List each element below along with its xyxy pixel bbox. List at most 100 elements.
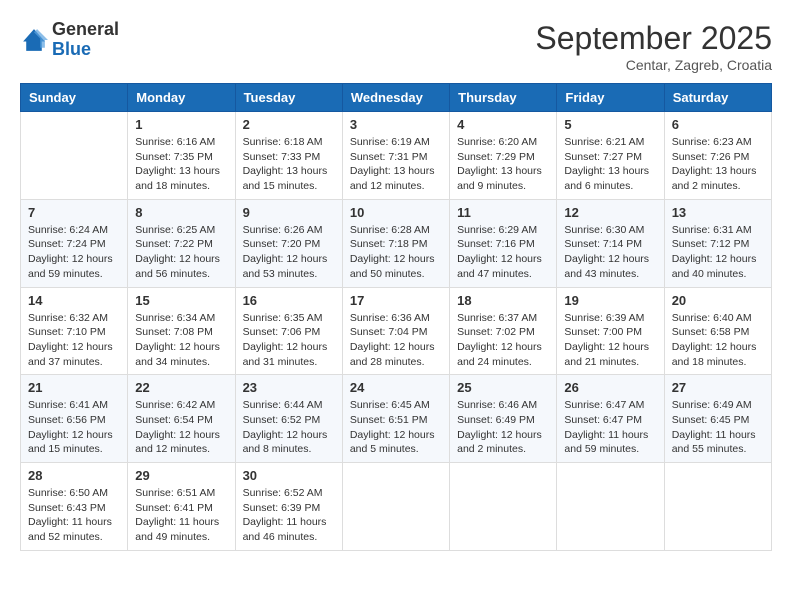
- day-info: Sunrise: 6:35 AMSunset: 7:06 PMDaylight:…: [243, 311, 335, 370]
- calendar-cell: 20Sunrise: 6:40 AMSunset: 6:58 PMDayligh…: [664, 287, 771, 375]
- day-number: 29: [135, 468, 227, 483]
- day-info: Sunrise: 6:32 AMSunset: 7:10 PMDaylight:…: [28, 311, 120, 370]
- calendar-cell: 1 Sunrise: 6:16 AMSunset: 7:35 PMDaylight…: [128, 112, 235, 200]
- calendar-cell: 27 Sunrise: 6:49 AMSunset: 6:45 PMDayligh…: [664, 375, 771, 463]
- title-area: September 2025 Centar, Zagreb, Croatia: [535, 20, 772, 73]
- day-number: 12: [564, 205, 656, 220]
- day-number: 3: [350, 117, 442, 132]
- logo: General Blue: [20, 20, 119, 60]
- calendar-cell: 23Sunrise: 6:44 AMSunset: 6:52 PMDayligh…: [235, 375, 342, 463]
- day-number: 13: [672, 205, 764, 220]
- calendar-cell: [450, 463, 557, 551]
- day-number: 19: [564, 293, 656, 308]
- calendar-cell: [21, 112, 128, 200]
- calendar-cell: 19 Sunrise: 6:39 AMSunset: 7:00 PMDayligh…: [557, 287, 664, 375]
- calendar-cell: 29 Sunrise: 6:51 AMSunset: 6:41 PMDayligh…: [128, 463, 235, 551]
- day-info: Sunrise: 6:26 AMSunset: 7:20 PMDaylight:…: [243, 223, 335, 282]
- calendar-cell: 6 Sunrise: 6:23 AMSunset: 7:26 PMDaylight…: [664, 112, 771, 200]
- calendar-cell: 5 Sunrise: 6:21 AMSunset: 7:27 PMDaylight…: [557, 112, 664, 200]
- logo-icon: [20, 26, 48, 54]
- day-number: 9: [243, 205, 335, 220]
- day-number: 21: [28, 380, 120, 395]
- day-info: Sunrise: 6:46 AMSunset: 6:49 PMDaylight:…: [457, 398, 549, 457]
- calendar-cell: 25Sunrise: 6:46 AMSunset: 6:49 PMDayligh…: [450, 375, 557, 463]
- day-number: 2: [243, 117, 335, 132]
- day-info: Sunrise: 6:45 AMSunset: 6:51 PMDaylight:…: [350, 398, 442, 457]
- page-header: General Blue September 2025 Centar, Zagr…: [20, 20, 772, 73]
- day-number: 1: [135, 117, 227, 132]
- day-info: Sunrise: 6:52 AMSunset: 6:39 PMDaylight:…: [243, 486, 335, 545]
- calendar-day-header: Tuesday: [235, 84, 342, 112]
- day-info: Sunrise: 6:34 AMSunset: 7:08 PMDaylight:…: [135, 311, 227, 370]
- calendar-day-header: Sunday: [21, 84, 128, 112]
- day-number: 24: [350, 380, 442, 395]
- calendar-cell: 9 Sunrise: 6:26 AMSunset: 7:20 PMDaylight…: [235, 199, 342, 287]
- day-info: Sunrise: 6:21 AMSunset: 7:27 PMDaylight:…: [564, 135, 656, 194]
- calendar-cell: 14Sunrise: 6:32 AMSunset: 7:10 PMDayligh…: [21, 287, 128, 375]
- day-info: Sunrise: 6:50 AMSunset: 6:43 PMDaylight:…: [28, 486, 120, 545]
- day-info: Sunrise: 6:18 AMSunset: 7:33 PMDaylight:…: [243, 135, 335, 194]
- day-info: Sunrise: 6:24 AMSunset: 7:24 PMDaylight:…: [28, 223, 120, 282]
- calendar-cell: 10 Sunrise: 6:28 AMSunset: 7:18 PMDayligh…: [342, 199, 449, 287]
- calendar-cell: 28Sunrise: 6:50 AMSunset: 6:43 PMDayligh…: [21, 463, 128, 551]
- day-number: 27: [672, 380, 764, 395]
- calendar-day-header: Friday: [557, 84, 664, 112]
- day-info: Sunrise: 6:51 AMSunset: 6:41 PMDaylight:…: [135, 486, 227, 545]
- day-number: 11: [457, 205, 549, 220]
- day-number: 6: [672, 117, 764, 132]
- calendar-cell: 24 Sunrise: 6:45 AMSunset: 6:51 PMDayligh…: [342, 375, 449, 463]
- calendar-cell: 11 Sunrise: 6:29 AMSunset: 7:16 PMDayligh…: [450, 199, 557, 287]
- calendar-week-row: 1 Sunrise: 6:16 AMSunset: 7:35 PMDaylight…: [21, 112, 772, 200]
- calendar-cell: [342, 463, 449, 551]
- day-number: 5: [564, 117, 656, 132]
- calendar-day-header: Saturday: [664, 84, 771, 112]
- calendar-cell: [557, 463, 664, 551]
- day-info: Sunrise: 6:37 AMSunset: 7:02 PMDaylight:…: [457, 311, 549, 370]
- calendar-day-header: Thursday: [450, 84, 557, 112]
- calendar-week-row: 7 Sunrise: 6:24 AMSunset: 7:24 PMDaylight…: [21, 199, 772, 287]
- day-number: 15: [135, 293, 227, 308]
- day-number: 23: [243, 380, 335, 395]
- calendar-week-row: 28Sunrise: 6:50 AMSunset: 6:43 PMDayligh…: [21, 463, 772, 551]
- calendar-cell: 7 Sunrise: 6:24 AMSunset: 7:24 PMDaylight…: [21, 199, 128, 287]
- location: Centar, Zagreb, Croatia: [535, 57, 772, 73]
- calendar-cell: 17 Sunrise: 6:36 AMSunset: 7:04 PMDayligh…: [342, 287, 449, 375]
- calendar-day-header: Wednesday: [342, 84, 449, 112]
- month-title: September 2025: [535, 20, 772, 57]
- day-number: 10: [350, 205, 442, 220]
- day-number: 22: [135, 380, 227, 395]
- calendar-header-row: SundayMondayTuesdayWednesdayThursdayFrid…: [21, 84, 772, 112]
- calendar-cell: 4 Sunrise: 6:20 AMSunset: 7:29 PMDaylight…: [450, 112, 557, 200]
- day-number: 17: [350, 293, 442, 308]
- calendar-week-row: 14Sunrise: 6:32 AMSunset: 7:10 PMDayligh…: [21, 287, 772, 375]
- day-info: Sunrise: 6:19 AMSunset: 7:31 PMDaylight:…: [350, 135, 442, 194]
- day-info: Sunrise: 6:23 AMSunset: 7:26 PMDaylight:…: [672, 135, 764, 194]
- day-number: 18: [457, 293, 549, 308]
- day-number: 16: [243, 293, 335, 308]
- day-info: Sunrise: 6:49 AMSunset: 6:45 PMDaylight:…: [672, 398, 764, 457]
- day-info: Sunrise: 6:40 AMSunset: 6:58 PMDaylight:…: [672, 311, 764, 370]
- calendar-cell: 30 Sunrise: 6:52 AMSunset: 6:39 PMDayligh…: [235, 463, 342, 551]
- day-info: Sunrise: 6:42 AMSunset: 6:54 PMDaylight:…: [135, 398, 227, 457]
- day-number: 8: [135, 205, 227, 220]
- day-number: 4: [457, 117, 549, 132]
- calendar-cell: 8 Sunrise: 6:25 AMSunset: 7:22 PMDaylight…: [128, 199, 235, 287]
- day-info: Sunrise: 6:39 AMSunset: 7:00 PMDaylight:…: [564, 311, 656, 370]
- calendar-cell: 21Sunrise: 6:41 AMSunset: 6:56 PMDayligh…: [21, 375, 128, 463]
- day-info: Sunrise: 6:20 AMSunset: 7:29 PMDaylight:…: [457, 135, 549, 194]
- day-info: Sunrise: 6:28 AMSunset: 7:18 PMDaylight:…: [350, 223, 442, 282]
- day-number: 7: [28, 205, 120, 220]
- day-info: Sunrise: 6:29 AMSunset: 7:16 PMDaylight:…: [457, 223, 549, 282]
- day-info: Sunrise: 6:25 AMSunset: 7:22 PMDaylight:…: [135, 223, 227, 282]
- day-info: Sunrise: 6:16 AMSunset: 7:35 PMDaylight:…: [135, 135, 227, 194]
- day-info: Sunrise: 6:47 AMSunset: 6:47 PMDaylight:…: [564, 398, 656, 457]
- logo-text: General Blue: [52, 20, 119, 60]
- day-info: Sunrise: 6:30 AMSunset: 7:14 PMDaylight:…: [564, 223, 656, 282]
- day-info: Sunrise: 6:36 AMSunset: 7:04 PMDaylight:…: [350, 311, 442, 370]
- calendar-cell: 16 Sunrise: 6:35 AMSunset: 7:06 PMDayligh…: [235, 287, 342, 375]
- day-number: 26: [564, 380, 656, 395]
- calendar-cell: 12 Sunrise: 6:30 AMSunset: 7:14 PMDayligh…: [557, 199, 664, 287]
- calendar-table: SundayMondayTuesdayWednesdayThursdayFrid…: [20, 83, 772, 551]
- day-number: 30: [243, 468, 335, 483]
- calendar-cell: 22 Sunrise: 6:42 AMSunset: 6:54 PMDayligh…: [128, 375, 235, 463]
